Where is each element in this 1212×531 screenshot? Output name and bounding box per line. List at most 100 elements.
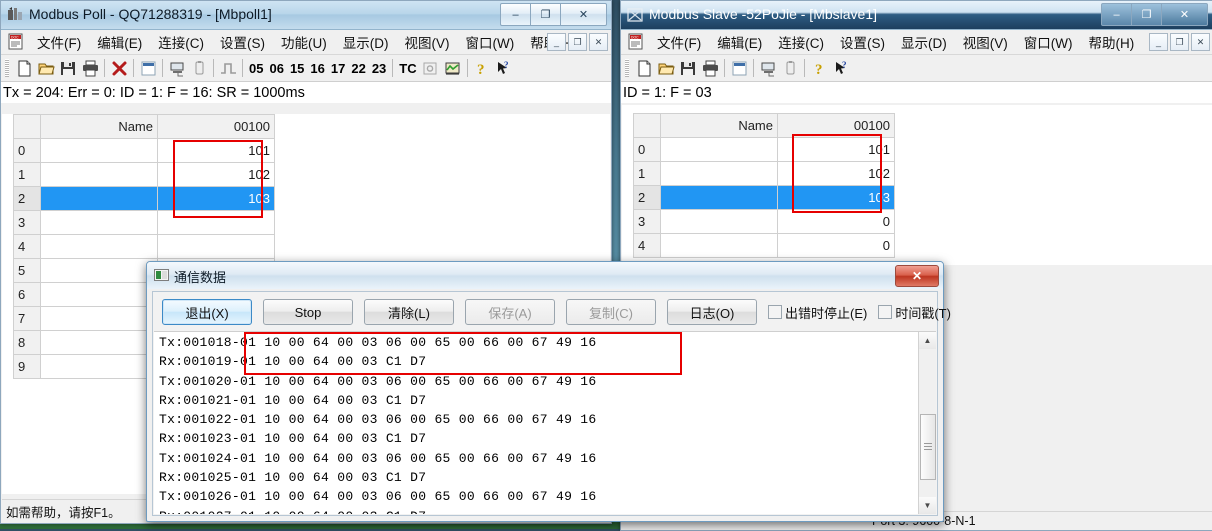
delete-icon[interactable]: [108, 57, 130, 79]
slave-menu-edit[interactable]: 编辑(E): [709, 30, 770, 54]
dialog-close-button[interactable]: ✕: [895, 265, 939, 287]
print-icon[interactable]: [699, 57, 721, 79]
poll-mdi-restore[interactable]: ❐: [568, 33, 587, 51]
poll-row-name[interactable]: [40, 186, 158, 211]
function-code-15[interactable]: 15: [287, 61, 307, 76]
poll-row-name[interactable]: [40, 282, 158, 307]
poll-row-name[interactable]: [40, 330, 158, 355]
test-center-button[interactable]: TC: [396, 61, 419, 76]
stop-on-error-checkbox-box[interactable]: [768, 305, 782, 319]
slave-definition-icon[interactable]: [728, 57, 750, 79]
poll-row-value[interactable]: [157, 234, 275, 259]
poll-menubar[interactable]: DOC 文件(F) 编辑(E) 连接(C) 设置(S) 功能(U) 显示(D) …: [1, 30, 611, 55]
disconnect-icon[interactable]: [188, 57, 210, 79]
poll-menu-edit[interactable]: 编辑(E): [89, 30, 150, 54]
dialog-button-row[interactable]: 退出(X) Stop 清除(L) 保存(A) 复制(C) 日志(O) 出错时停止…: [153, 292, 951, 332]
poll-menu-view[interactable]: 视图(V): [397, 30, 458, 54]
context-help-icon[interactable]: ?: [493, 57, 515, 79]
table-row[interactable]: 1 102: [13, 162, 275, 187]
slave-menu-setup[interactable]: 设置(S): [832, 30, 893, 54]
slave-row-value[interactable]: 101: [777, 137, 895, 162]
poll-row-name[interactable]: [40, 306, 158, 331]
slave-row-index[interactable]: 1: [633, 161, 661, 186]
pulse-icon[interactable]: [217, 57, 239, 79]
table-row[interactable]: 2 103: [633, 185, 895, 210]
poll-row-index[interactable]: 9: [13, 354, 41, 379]
connect-icon[interactable]: [166, 57, 188, 79]
slave-menu-file[interactable]: 文件(F): [649, 30, 709, 54]
slave-menu-connection[interactable]: 连接(C): [770, 30, 832, 54]
poll-row-index[interactable]: 8: [13, 330, 41, 355]
poll-row-name[interactable]: [40, 210, 158, 235]
timestamp-checkbox[interactable]: 时间戳(T): [878, 303, 951, 322]
slave-menu-window[interactable]: 窗口(W): [1016, 30, 1081, 54]
table-row[interactable]: 40: [633, 233, 895, 258]
read-write-definition-icon[interactable]: [137, 57, 159, 79]
poll-row-name[interactable]: [40, 234, 158, 259]
slave-row-index[interactable]: 3: [633, 209, 661, 234]
dialog-titlebar[interactable]: 通信数据 ✕: [147, 262, 943, 289]
function-code-16[interactable]: 16: [307, 61, 327, 76]
slave-row-index[interactable]: 2: [633, 185, 661, 210]
copy-button[interactable]: 复制(C): [566, 299, 656, 325]
slave-menu-help[interactable]: 帮助(H): [1080, 30, 1142, 54]
poll-menu-file[interactable]: 文件(F): [29, 30, 89, 54]
slave-menu-view[interactable]: 视图(V): [955, 30, 1016, 54]
table-row[interactable]: 3: [13, 210, 275, 235]
poll-row-index[interactable]: 6: [13, 282, 41, 307]
slave-mdi-close[interactable]: ✕: [1191, 33, 1210, 51]
poll-minimize-button[interactable]: –: [500, 3, 531, 26]
slave-row-name[interactable]: [660, 233, 778, 258]
slave-row-name[interactable]: [660, 209, 778, 234]
slave-row-value[interactable]: 0: [777, 233, 895, 258]
disconnect-icon[interactable]: [779, 57, 801, 79]
stop-button[interactable]: Stop: [263, 299, 353, 325]
poll-row-name[interactable]: [40, 258, 158, 283]
poll-menu-display[interactable]: 显示(D): [335, 30, 397, 54]
slave-maximize-button[interactable]: ❐: [1132, 3, 1162, 26]
slave-grid-container[interactable]: Name 00100 0 101 1 102 2 103 3 0 4 0: [622, 105, 1212, 265]
scroll-up-arrow-icon[interactable]: ▲: [919, 332, 936, 349]
save-icon[interactable]: [677, 57, 699, 79]
log-button[interactable]: 日志(O): [667, 299, 757, 325]
communication-traffic-icon[interactable]: [420, 57, 442, 79]
poll-row-index[interactable]: 2: [13, 186, 41, 211]
slave-mdi-restore[interactable]: ❐: [1170, 33, 1189, 51]
poll-row-name[interactable]: [40, 138, 158, 163]
exit-button[interactable]: 退出(X): [162, 299, 252, 325]
slave-row-name[interactable]: [660, 185, 778, 210]
poll-mdi-minimize[interactable]: _: [547, 33, 566, 51]
table-row[interactable]: 0 101: [633, 137, 895, 162]
about-help-icon[interactable]: ?: [808, 57, 830, 79]
poll-row-value[interactable]: 101: [157, 138, 275, 163]
toolbar-grip[interactable]: [5, 59, 9, 77]
table-row[interactable]: 2 103: [13, 186, 275, 211]
traffic-log-area[interactable]: Tx:001018-01 10 00 64 00 03 06 00 65 00 …: [154, 331, 936, 514]
function-code-06[interactable]: 06: [266, 61, 286, 76]
poll-menu-connection[interactable]: 连接(C): [150, 30, 212, 54]
toolbar-grip[interactable]: [625, 59, 629, 77]
poll-row-value[interactable]: 102: [157, 162, 275, 187]
new-file-icon[interactable]: [633, 57, 655, 79]
poll-row-index[interactable]: 7: [13, 306, 41, 331]
slave-row-value[interactable]: 0: [777, 209, 895, 234]
stop-on-error-checkbox[interactable]: 出错时停止(E): [768, 303, 867, 322]
context-help-icon[interactable]: ?: [830, 57, 852, 79]
poll-row-index[interactable]: 5: [13, 258, 41, 283]
poll-mdi-close[interactable]: ✕: [589, 33, 608, 51]
slave-caption-buttons[interactable]: – ❐ ✕: [1101, 3, 1208, 26]
slave-row-name[interactable]: [660, 161, 778, 186]
table-row[interactable]: 4: [13, 234, 275, 259]
slave-titlebar[interactable]: Modbus Slave -52PoJie - [Mbslave1] – ❐ ✕: [621, 1, 1212, 30]
poll-row-value[interactable]: [157, 210, 275, 235]
timestamp-checkbox-box[interactable]: [878, 305, 893, 319]
function-code-23[interactable]: 23: [369, 61, 389, 76]
poll-row-name[interactable]: [40, 162, 158, 187]
poll-row-index[interactable]: 3: [13, 210, 41, 235]
slave-close-button[interactable]: ✕: [1162, 3, 1208, 26]
function-code-05[interactable]: 05: [246, 61, 266, 76]
slave-menu-display[interactable]: 显示(D): [893, 30, 955, 54]
table-row[interactable]: 0 101: [13, 138, 275, 163]
save-button[interactable]: 保存(A): [465, 299, 555, 325]
function-code-17[interactable]: 17: [328, 61, 348, 76]
